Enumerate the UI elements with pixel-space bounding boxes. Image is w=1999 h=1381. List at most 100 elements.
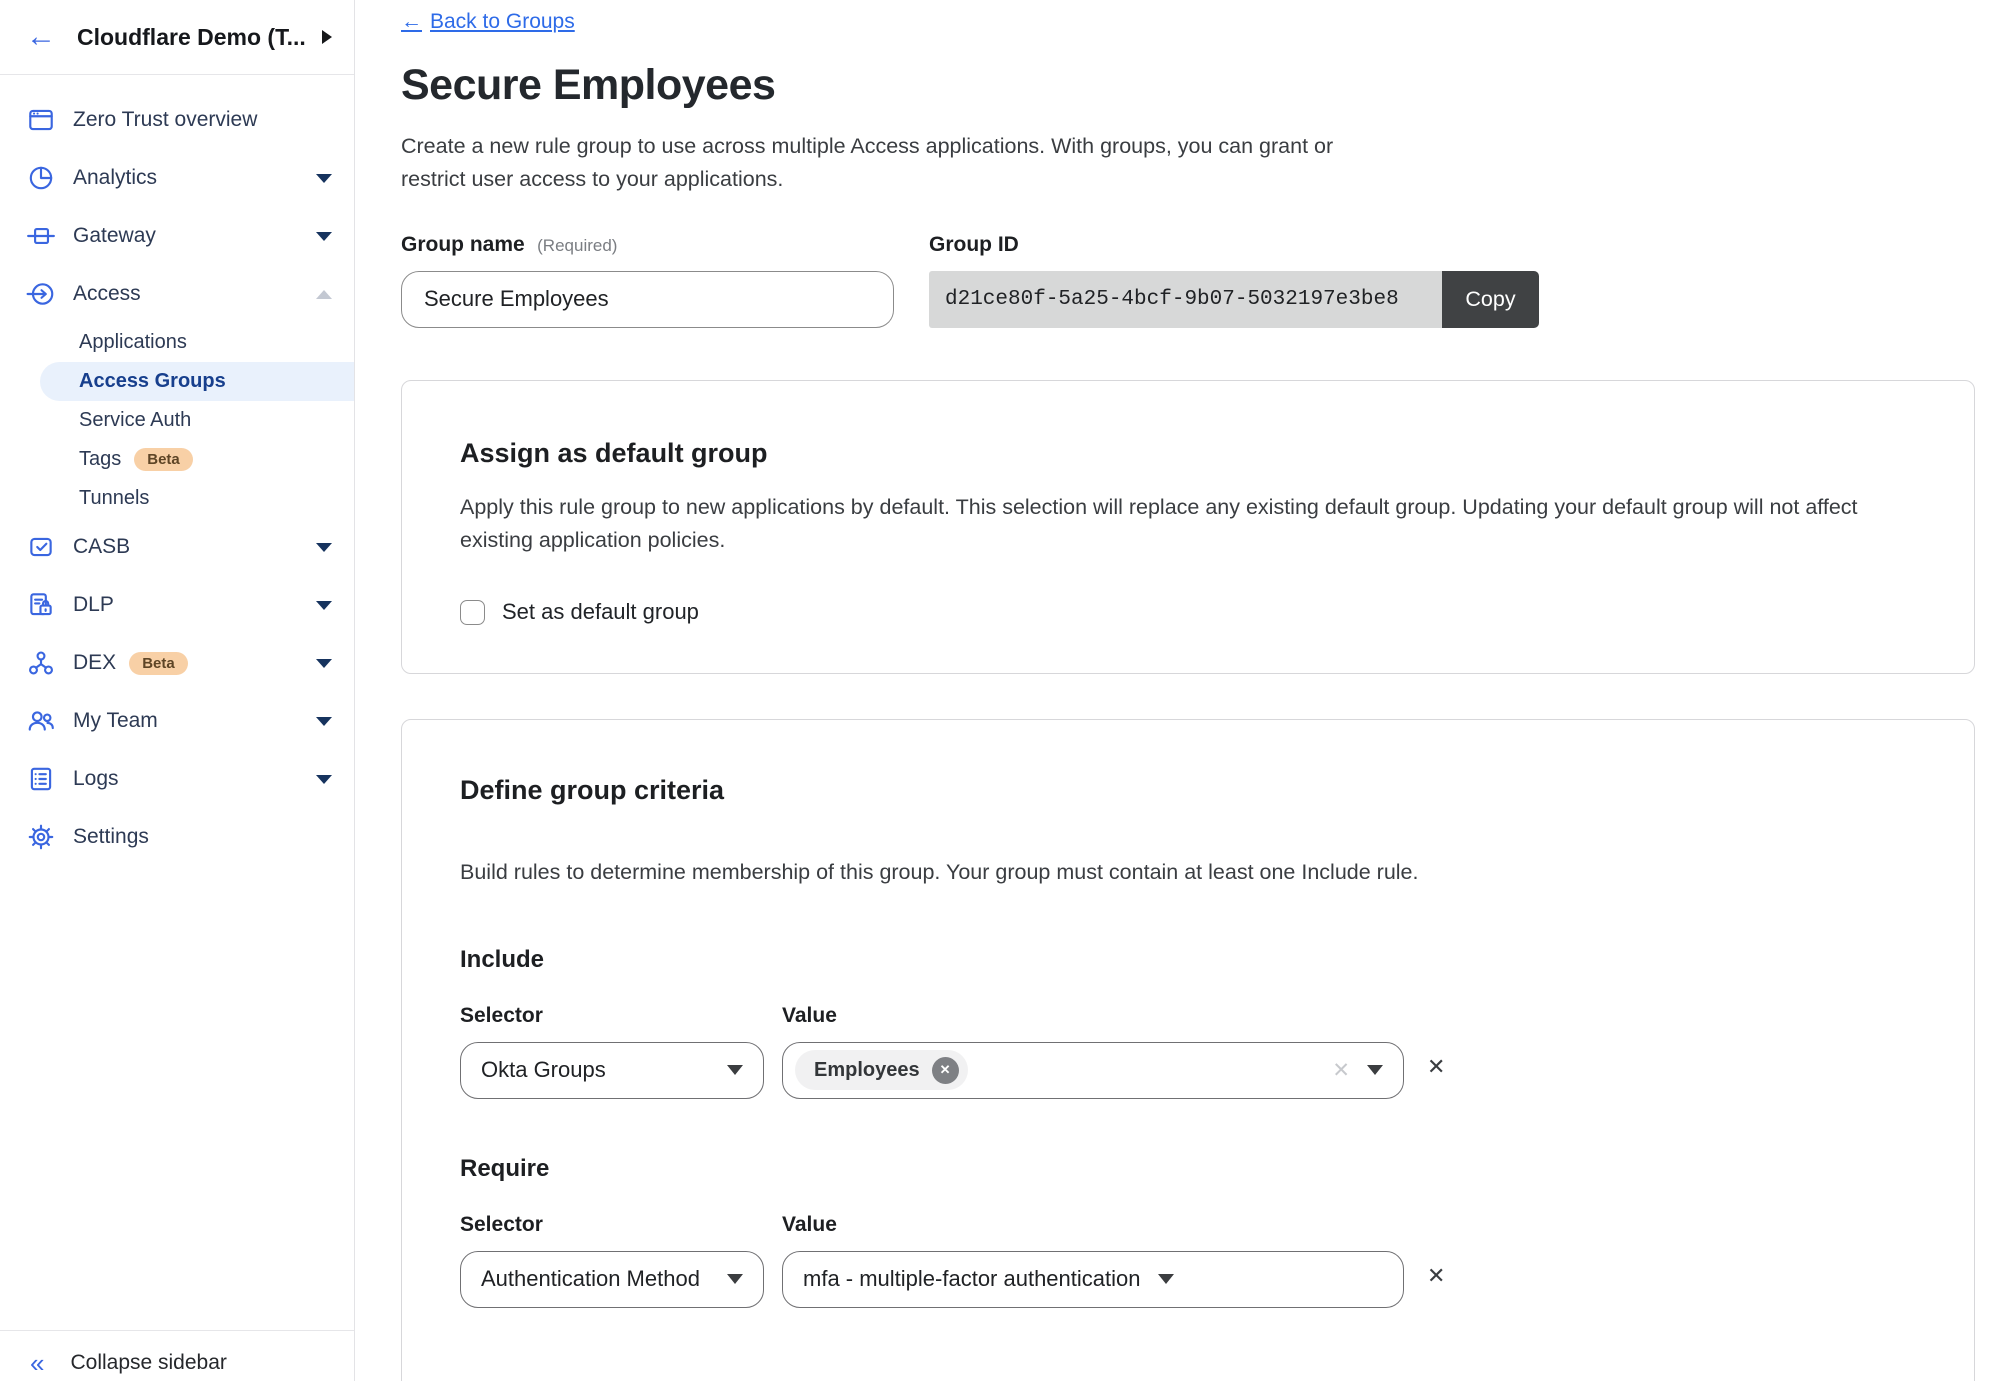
page-title: Secure Employees — [401, 61, 1975, 110]
default-group-checkbox-row: Set as default group — [460, 599, 1916, 625]
sidebar-item-label: Applications — [79, 331, 187, 354]
remove-require-rule-button[interactable]: ✕ — [1427, 1263, 1445, 1289]
sidebar-item-logs[interactable]: Logs — [0, 750, 354, 808]
group-name-label: Group name — [401, 233, 525, 256]
sidebar-item-settings[interactable]: Settings — [0, 808, 354, 866]
include-value-combobox[interactable]: Employees ✕ ✕ — [782, 1042, 1404, 1099]
require-value-dropdown[interactable]: mfa - multiple-factor authentication — [782, 1251, 1404, 1308]
group-id-label: Group ID — [929, 233, 1539, 257]
dex-icon — [26, 648, 56, 678]
sidebar-item-applications[interactable]: Applications — [0, 323, 354, 362]
chevron-down-icon — [727, 1065, 743, 1075]
group-id-value: d21ce80f-5a25-4bcf-9b07-5032197e3be8 — [929, 271, 1442, 328]
include-labels-row: Selector Value — [460, 1004, 1916, 1028]
back-link-label: Back to Groups — [430, 10, 575, 34]
sidebar-item-tags[interactable]: Tags Beta — [0, 440, 354, 479]
default-group-card: Assign as default group Apply this rule … — [401, 380, 1975, 675]
account-name[interactable]: Cloudflare Demo (T... — [77, 24, 306, 51]
sidebar-item-access-groups[interactable]: Access Groups — [40, 362, 354, 401]
require-rule-row: Authentication Method mfa - multiple-fac… — [460, 1251, 1916, 1308]
require-value-text: mfa - multiple-factor authentication — [803, 1266, 1141, 1292]
group-name-input[interactable] — [401, 271, 894, 328]
chevron-down-icon — [316, 174, 332, 183]
sidebar-item-label: My Team — [73, 709, 158, 733]
sidebar-item-label: Settings — [73, 825, 149, 849]
chevron-down-icon — [316, 601, 332, 610]
chevron-down-icon — [316, 717, 332, 726]
sidebar-item-label: DEX — [73, 651, 116, 675]
include-section-title: Include — [460, 946, 1916, 974]
set-default-group-label: Set as default group — [502, 599, 699, 625]
gear-icon — [26, 822, 56, 852]
back-arrow-icon[interactable]: ← — [26, 22, 56, 52]
chevron-down-icon — [727, 1274, 743, 1284]
team-icon — [26, 706, 56, 736]
criteria-card-title: Define group criteria — [460, 775, 1916, 806]
arrow-left-icon: ← — [401, 10, 422, 34]
sidebar-item-label: CASB — [73, 535, 130, 559]
copy-button[interactable]: Copy — [1442, 271, 1539, 328]
group-name-id-row: Group name (Required) Group ID d21ce80f-… — [401, 233, 1975, 328]
logs-icon — [26, 764, 56, 794]
sidebar-item-label: Service Auth — [79, 409, 191, 432]
default-group-card-description: Apply this rule group to new application… — [460, 491, 1890, 558]
collapse-label: Collapse sidebar — [70, 1351, 226, 1375]
chevron-down-icon — [316, 543, 332, 552]
sidebar-item-zero-trust-overview[interactable]: Zero Trust overview — [0, 91, 354, 149]
sidebar-item-gateway[interactable]: Gateway — [0, 207, 354, 265]
collapse-icon: « — [30, 1350, 44, 1376]
include-selector-label: Selector — [460, 1004, 782, 1028]
chevron-down-icon — [1158, 1274, 1174, 1284]
sidebar-item-label: Logs — [73, 767, 119, 791]
sidebar-item-tunnels[interactable]: Tunnels — [0, 479, 354, 518]
default-group-card-title: Assign as default group — [460, 438, 1916, 469]
sidebar-item-service-auth[interactable]: Service Auth — [0, 401, 354, 440]
sidebar-item-analytics[interactable]: Analytics — [0, 149, 354, 207]
sidebar-item-label: Access — [73, 282, 141, 306]
sidebar-item-casb[interactable]: CASB — [0, 518, 354, 576]
include-selector-dropdown[interactable]: Okta Groups — [460, 1042, 764, 1099]
main-content: ← Back to Groups Secure Employees Create… — [356, 0, 1999, 1381]
set-default-group-checkbox[interactable] — [460, 600, 485, 625]
back-to-groups-link[interactable]: ← Back to Groups — [401, 10, 575, 34]
page-description: Create a new rule group to use across mu… — [401, 130, 1366, 197]
require-selector-dropdown[interactable]: Authentication Method — [460, 1251, 764, 1308]
include-value-label: Value — [782, 1004, 837, 1028]
chevron-down-icon — [316, 775, 332, 784]
chevron-right-icon[interactable] — [322, 30, 332, 44]
dlp-icon — [26, 590, 56, 620]
sidebar-item-label: Tags — [79, 448, 121, 471]
require-value-label: Value — [782, 1213, 837, 1237]
require-section-title: Require — [460, 1155, 1916, 1183]
chevron-down-icon — [1367, 1065, 1383, 1075]
clear-value-icon[interactable]: ✕ — [1332, 1058, 1350, 1083]
sidebar-header: ← Cloudflare Demo (T... — [0, 0, 354, 75]
sidebar: ← Cloudflare Demo (T... Zero Trust overv… — [0, 0, 355, 1381]
casb-icon — [26, 532, 56, 562]
chevron-down-icon — [316, 232, 332, 241]
sidebar-item-access[interactable]: Access — [0, 265, 354, 323]
sidebar-item-my-team[interactable]: My Team — [0, 692, 354, 750]
sidebar-item-label: Analytics — [73, 166, 157, 190]
chip-remove-icon[interactable]: ✕ — [932, 1057, 959, 1084]
include-rule-row: Okta Groups Employees ✕ ✕ ✕ — [460, 1042, 1916, 1099]
pie-chart-icon — [26, 163, 56, 193]
include-selector-value: Okta Groups — [481, 1057, 606, 1083]
sidebar-item-label: Zero Trust overview — [73, 108, 257, 132]
remove-include-rule-button[interactable]: ✕ — [1427, 1054, 1445, 1080]
required-hint: (Required) — [537, 236, 617, 255]
chip-label: Employees — [814, 1059, 920, 1082]
gateway-icon — [26, 221, 56, 251]
group-name-field-group: Group name (Required) — [401, 233, 894, 328]
collapse-sidebar-button[interactable]: « Collapse sidebar — [0, 1330, 354, 1381]
require-selector-value: Authentication Method — [481, 1266, 700, 1292]
sidebar-item-dlp[interactable]: DLP — [0, 576, 354, 634]
group-id-field-group: Group ID d21ce80f-5a25-4bcf-9b07-5032197… — [929, 233, 1539, 328]
criteria-card-description: Build rules to determine membership of t… — [460, 856, 1890, 889]
sidebar-item-label: DLP — [73, 593, 114, 617]
sidebar-item-label: Gateway — [73, 224, 156, 248]
chevron-down-icon — [316, 659, 332, 668]
require-labels-row: Selector Value — [460, 1213, 1916, 1237]
sidebar-item-dex[interactable]: DEX Beta — [0, 634, 354, 692]
chevron-up-icon — [316, 290, 332, 299]
